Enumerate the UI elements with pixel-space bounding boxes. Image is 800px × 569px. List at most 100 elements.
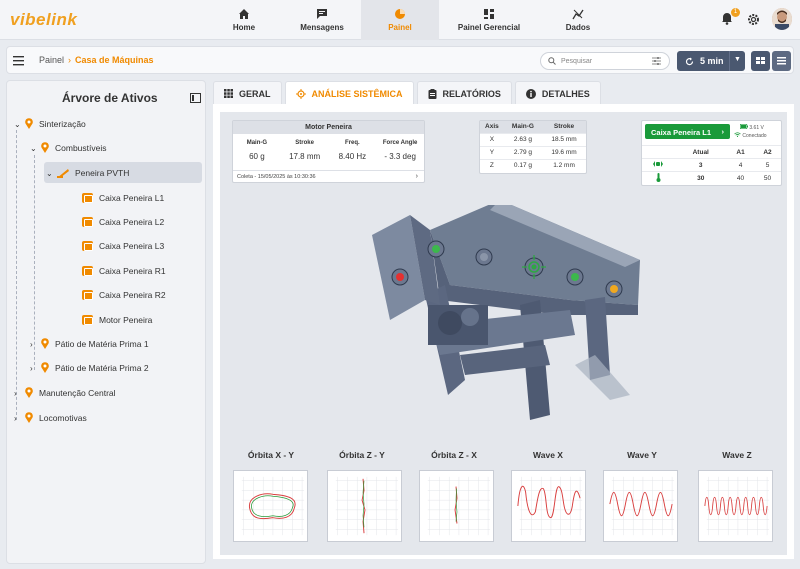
machine-3d-model[interactable] xyxy=(370,205,640,420)
tree-item-caixa-peneira-l3[interactable]: Caixa Peneira L3 xyxy=(82,238,164,254)
wave-z-plot[interactable] xyxy=(698,470,773,542)
tree-item-combustiveis[interactable]: ⌄ Combustíveis xyxy=(30,140,107,156)
tree-item-locomotivas[interactable]: › Locomotivas xyxy=(14,410,87,426)
tab-geral[interactable]: GERAL xyxy=(213,81,282,105)
chart-title-wave-y: Wave Y xyxy=(627,450,657,460)
tab-relatorios[interactable]: RELATÓRIOS xyxy=(416,81,512,105)
tab-detalhes[interactable]: DETALHES xyxy=(514,81,601,105)
table-header: Main-G xyxy=(503,121,543,133)
chart-title-orbit-zy: Órbita Z - Y xyxy=(339,450,385,460)
chevron-right-icon[interactable]: › xyxy=(14,389,24,398)
motor-metrics: Main-G 60 g Stroke 17.8 mm Freq. 8.40 Hz Fo… xyxy=(233,134,424,161)
nav-label: Dados xyxy=(565,23,591,32)
tree-item-caixa-peneira-r2[interactable]: Caixa Peneira R2 xyxy=(82,287,166,303)
metric-value: 17.8 mm xyxy=(289,152,321,161)
wifi-icon xyxy=(734,132,741,137)
tree-item-motor-peneira[interactable]: Motor Peneira xyxy=(82,312,152,328)
tree-item-caixa-peneira-r1[interactable]: Caixa Peneira R1 xyxy=(82,263,166,279)
hamburger-menu-icon[interactable] xyxy=(13,55,24,66)
orbit-zx-plot[interactable] xyxy=(419,470,494,542)
search-input[interactable]: Pesquisar xyxy=(540,52,670,70)
tree-item-caixa-peneira-l2[interactable]: Caixa Peneira L2 xyxy=(82,214,164,230)
nav-painel-gerencial[interactable]: Painel Gerencial xyxy=(439,0,539,40)
tree-item-caixa-peneira-l1[interactable]: Caixa Peneira L1 xyxy=(82,190,164,206)
tree-item-label: Sinterização xyxy=(39,119,86,129)
user-avatar[interactable] xyxy=(772,8,792,30)
chevron-right-icon[interactable]: › xyxy=(14,414,24,423)
collection-footer[interactable]: Coleta - 15/05/2025 às 10:30:36 › xyxy=(233,170,424,182)
axis-table-card: Axis Main-G Stroke X 2.63 g 18.5 mm Y 2.… xyxy=(479,120,587,174)
tree-item-label: Caixa Peneira R1 xyxy=(99,266,166,276)
tree-item-sinterizacao[interactable]: ⌄ Sinterização xyxy=(14,116,86,132)
table-row: 30 40 50 xyxy=(642,171,781,185)
list-view-button[interactable] xyxy=(772,51,791,71)
wave-x-plot[interactable] xyxy=(511,470,586,542)
collapse-panel-icon[interactable] xyxy=(190,93,201,103)
grid-icon xyxy=(756,57,765,64)
main-nav: Home Mensagens Painel Painel Gerencial D… xyxy=(205,0,617,40)
grid-view-button[interactable] xyxy=(751,51,770,71)
search-placeholder: Pesquisar xyxy=(561,58,593,65)
table-cell: 5 xyxy=(754,158,781,172)
chevron-right-icon[interactable]: › xyxy=(30,364,40,373)
orbit-zy-plot[interactable] xyxy=(327,470,402,542)
metric-freq: Freq. 8.40 Hz xyxy=(329,140,377,161)
chevron-right-icon[interactable]: › xyxy=(416,173,418,180)
app-logo[interactable]: vibelink xyxy=(10,10,77,30)
chevron-down-icon[interactable]: ⌄ xyxy=(14,120,24,129)
tree-item-patio-2[interactable]: › Pátio de Matéria Prima 2 xyxy=(30,360,149,376)
tree-item-label: Caixa Peneira L1 xyxy=(99,193,165,203)
table-cell: 19.6 mm xyxy=(542,145,586,159)
motor-summary-card: Motor Peneira Main-G 60 g Stroke 17.8 mm F… xyxy=(232,120,425,183)
tree-item-label: Manutenção Central xyxy=(39,388,116,398)
table-cell: 4 xyxy=(727,158,755,172)
table-cell: Y xyxy=(480,145,504,159)
connection-status: Conectado xyxy=(734,132,767,139)
notifications-button[interactable]: 1 xyxy=(721,8,740,26)
top-bar: vibelink Home Mensagens Painel Painel Ge… xyxy=(0,0,800,40)
thermometer-icon xyxy=(642,171,675,185)
table-header xyxy=(642,145,675,159)
wave-y-plot[interactable] xyxy=(603,470,678,542)
tree-item-peneira-pvth[interactable]: ⌄ Peneira PVTH xyxy=(46,165,129,181)
table-header: Stroke xyxy=(542,121,586,133)
chevron-down-icon[interactable]: ⌄ xyxy=(46,169,56,178)
search-icon xyxy=(548,57,556,65)
refresh-interval-button[interactable]: 5 min ▼ xyxy=(677,51,745,71)
sensor-name-button[interactable]: Caixa Peneira L1 › xyxy=(645,124,730,139)
location-pin-icon xyxy=(25,118,33,129)
tab-bar: GERAL ANÁLISE SISTÊMICA RELATÓRIOS DETAL… xyxy=(213,81,604,105)
table-header: Atual xyxy=(674,145,728,159)
battery-voltage: 3.61 V xyxy=(740,124,764,131)
caret-down-icon[interactable]: ▼ xyxy=(729,51,745,71)
tree-item-patio-1[interactable]: › Pátio de Matéria Prima 1 xyxy=(30,336,149,352)
nav-messages[interactable]: Mensagens xyxy=(283,0,361,40)
breadcrumb-root[interactable]: Painel xyxy=(39,55,64,65)
chevron-down-icon[interactable]: ⌄ xyxy=(30,144,40,153)
sensor-icon xyxy=(82,315,93,325)
battery-icon xyxy=(740,124,748,130)
table-cell: 30 xyxy=(674,171,728,185)
nav-dados[interactable]: Dados xyxy=(539,0,617,40)
tree-item-label: Pátio de Matéria Prima 1 xyxy=(55,339,149,349)
chart-title-orbit-zx: Órbita Z - X xyxy=(431,450,477,460)
table-header-row: Atual A1 A2 xyxy=(642,145,781,159)
tree-item-label: Motor Peneira xyxy=(99,315,153,325)
chevron-right-icon[interactable]: › xyxy=(30,340,40,349)
gear-icon[interactable] xyxy=(747,13,760,26)
top-right-actions: 1 xyxy=(721,8,792,30)
orbit-xy-plot[interactable] xyxy=(233,470,308,542)
tree-item-manutencao-central[interactable]: › Manutenção Central xyxy=(14,385,116,401)
metric-value: 8.40 Hz xyxy=(338,152,367,161)
chevron-right-icon: › xyxy=(68,55,72,65)
tab-analise-sistemica[interactable]: ANÁLISE SISTÊMICA xyxy=(284,81,414,105)
breadcrumb-bar: Painel › Casa de Máquinas Pesquisar 5 min … xyxy=(6,46,794,74)
table-cell: 2.79 g xyxy=(503,145,543,159)
grid-icon xyxy=(224,89,233,98)
metric-label: Main-G xyxy=(246,140,268,146)
chat-icon xyxy=(317,9,327,19)
filter-icon[interactable] xyxy=(652,57,661,65)
nav-home[interactable]: Home xyxy=(205,0,283,40)
nav-painel[interactable]: Painel xyxy=(361,0,439,40)
metric-label: Stroke xyxy=(295,140,314,146)
